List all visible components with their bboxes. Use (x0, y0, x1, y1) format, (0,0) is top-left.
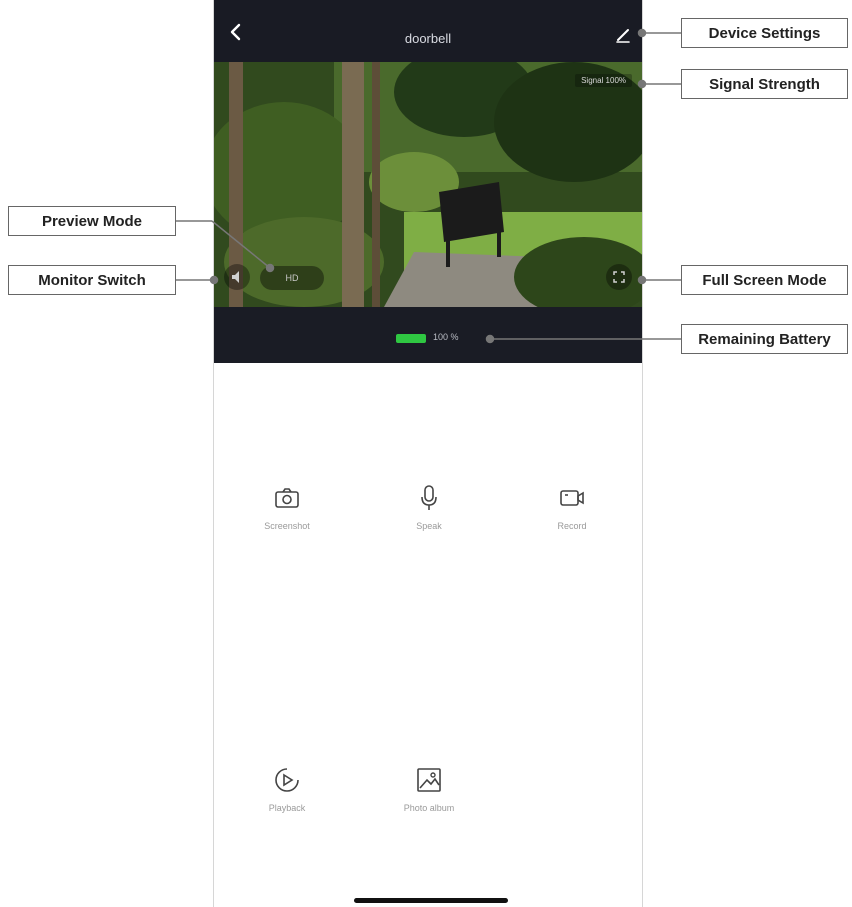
callout-leader-lines (176, 28, 681, 344)
monitor-switch-callout: Monitor Switch (8, 265, 176, 295)
signal-strength-callout: Signal Strength (681, 69, 848, 99)
device-settings-callout: Device Settings (681, 18, 848, 48)
full-screen-mode-callout: Full Screen Mode (681, 265, 848, 295)
remaining-battery-callout: Remaining Battery (681, 324, 848, 354)
preview-mode-callout: Preview Mode (8, 206, 176, 236)
